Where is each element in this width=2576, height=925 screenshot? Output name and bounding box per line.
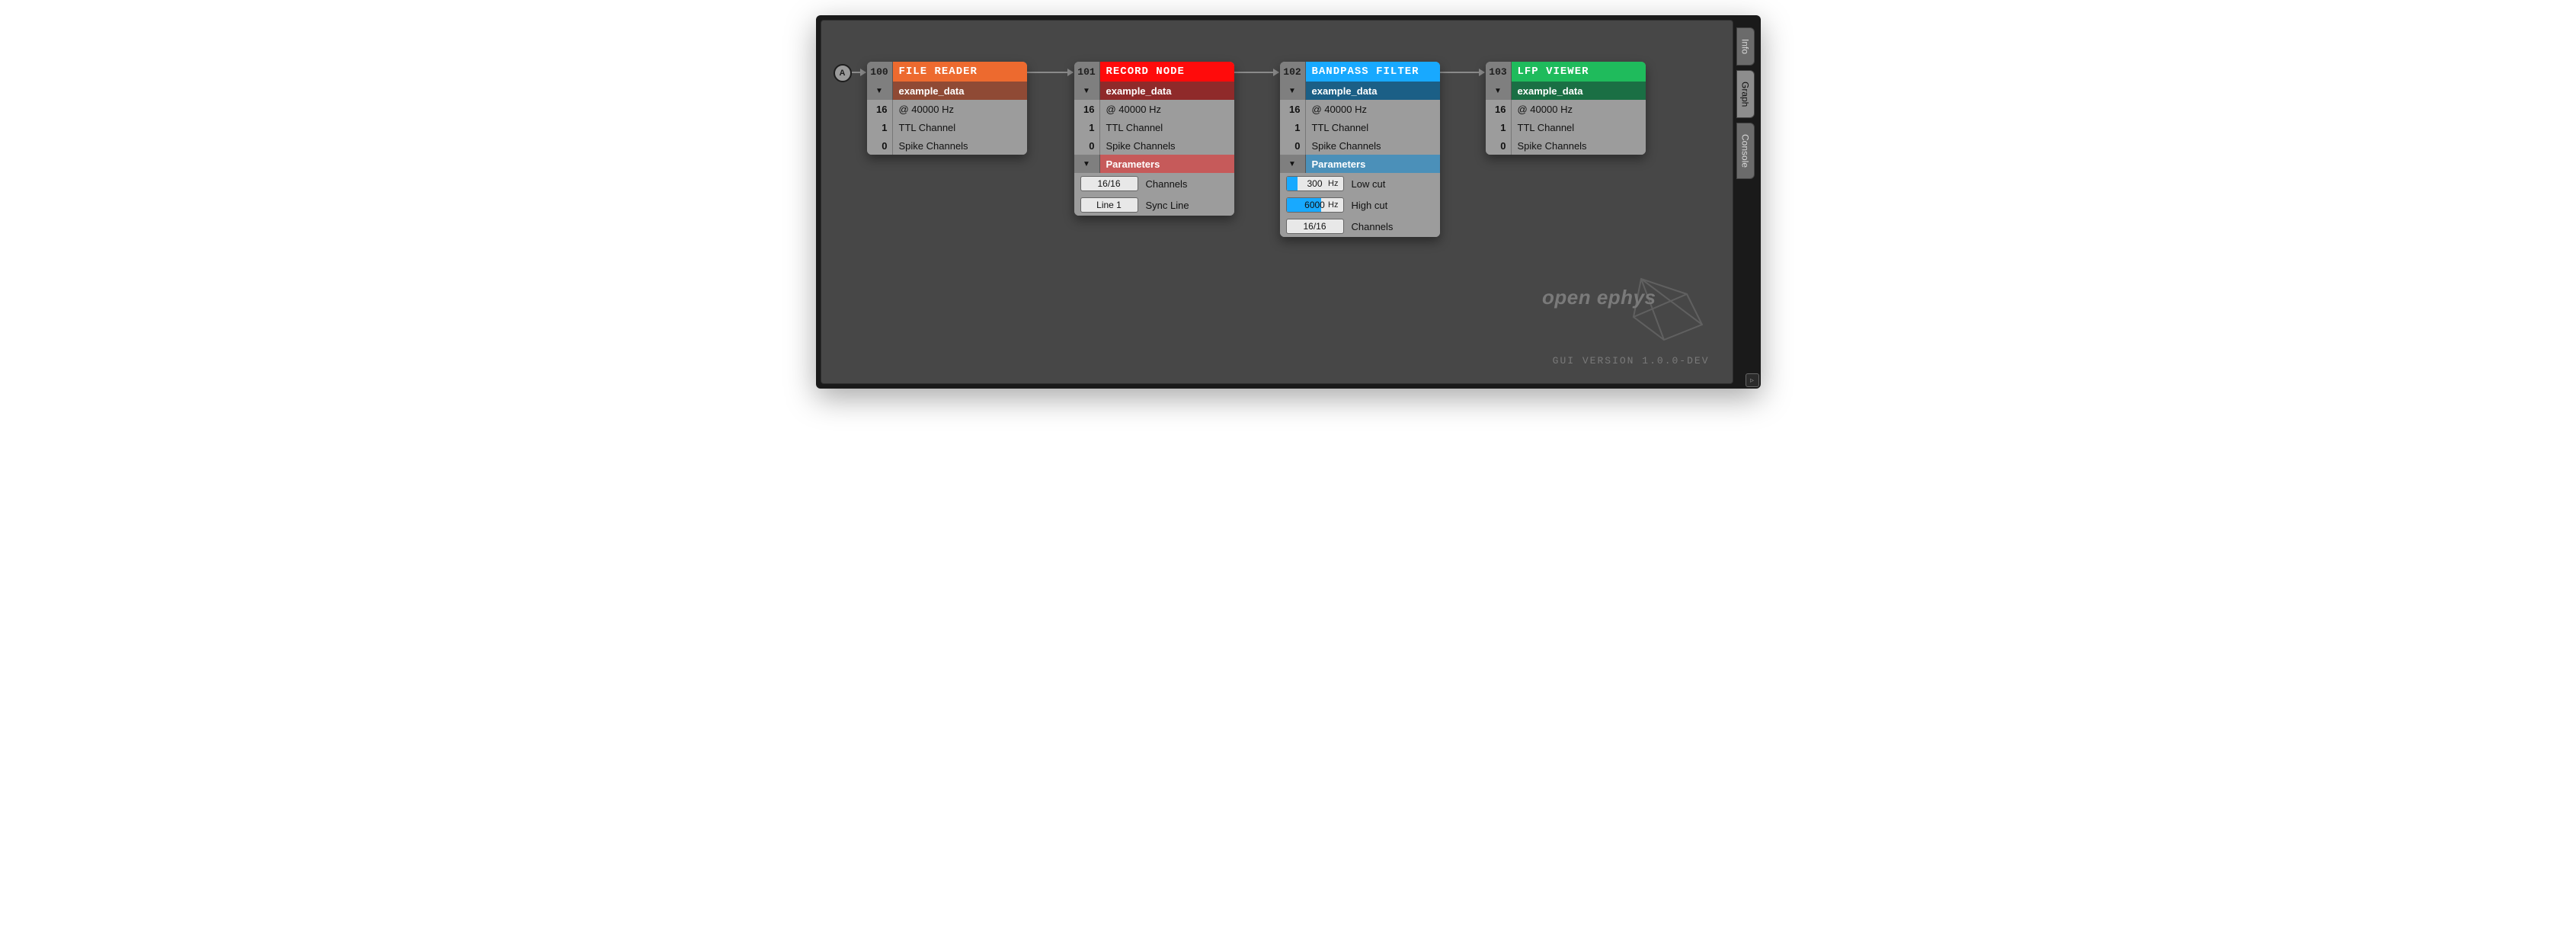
triangle-down-icon[interactable]: ▼ (1074, 155, 1100, 173)
info-row: 0 Spike Channels (867, 136, 1027, 155)
connector-arrow-icon (852, 72, 866, 73)
high-cut-slider[interactable]: 6000 Hz (1286, 197, 1344, 213)
param-row: 300 Hz Low cut (1280, 173, 1440, 194)
node-file-reader[interactable]: 100 FILE READER ▼ example_data 16 @ 4000… (867, 62, 1027, 155)
info-row: 1 TTL Channel (867, 118, 1027, 136)
node-title[interactable]: BANDPASS FILTER (1306, 62, 1440, 82)
param-label: High cut (1352, 200, 1388, 211)
info-row: 16 @ 40000 Hz (1486, 100, 1646, 118)
triangle-right-icon: ▹ (1750, 376, 1754, 385)
channels-selector[interactable]: 16/16 (1286, 219, 1344, 234)
param-row: 6000 Hz High cut (1280, 194, 1440, 216)
start-label: A (840, 69, 846, 78)
stream-name[interactable]: example_data (1512, 82, 1646, 100)
node-bandpass-filter[interactable]: 102 BANDPASS FILTER ▼ example_data 16 @ … (1280, 62, 1440, 237)
collapse-button[interactable]: ▹ (1746, 373, 1759, 387)
stream-name[interactable]: example_data (1306, 82, 1440, 100)
param-row: Line 1 Sync Line (1074, 194, 1234, 216)
sync-line-selector[interactable]: Line 1 (1080, 197, 1138, 213)
info-row: 0 Spike Channels (1074, 136, 1234, 155)
param-label: Channels (1146, 178, 1188, 190)
info-row: 1 TTL Channel (1074, 118, 1234, 136)
tab-graph[interactable]: Graph (1736, 70, 1755, 118)
param-label: Channels (1352, 221, 1394, 232)
node-id: 101 (1074, 62, 1100, 82)
node-id: 100 (867, 62, 893, 82)
channels-selector[interactable]: 16/16 (1080, 176, 1138, 191)
param-row: 16/16 Channels (1280, 216, 1440, 237)
version-text: GUI VERSION 1.0.0-DEV (1534, 355, 1710, 366)
low-cut-slider[interactable]: 300 Hz (1286, 176, 1344, 191)
open-ephys-logo-icon (1534, 271, 1710, 347)
triangle-down-icon[interactable]: ▼ (867, 82, 893, 100)
parameters-header[interactable]: Parameters (1100, 155, 1234, 173)
node-id: 103 (1486, 62, 1512, 82)
stream-name[interactable]: example_data (1100, 82, 1234, 100)
parameters-header[interactable]: Parameters (1306, 155, 1440, 173)
node-id: 102 (1280, 62, 1306, 82)
node-title[interactable]: RECORD NODE (1100, 62, 1234, 82)
side-tabs: Info Graph Console (1733, 20, 1756, 384)
info-row: 16 @ 40000 Hz (1280, 100, 1440, 118)
watermark: open ephys GUI VERSION 1.0.0-DEV (1534, 271, 1710, 366)
graph-canvas[interactable]: A 100 FILE READER ▼ example_data 16 @ 40… (821, 20, 1733, 384)
watermark-text: open ephys (1534, 286, 1656, 309)
info-row: 1 TTL Channel (1486, 118, 1646, 136)
info-row: 0 Spike Channels (1280, 136, 1440, 155)
triangle-down-icon[interactable]: ▼ (1280, 155, 1306, 173)
node-title[interactable]: FILE READER (893, 62, 1027, 82)
node-title[interactable]: LFP VIEWER (1512, 62, 1646, 82)
stream-name[interactable]: example_data (893, 82, 1027, 100)
param-row: 16/16 Channels (1074, 173, 1234, 194)
node-record-node[interactable]: 101 RECORD NODE ▼ example_data 16 @ 4000… (1074, 62, 1234, 216)
info-row: 0 Spike Channels (1486, 136, 1646, 155)
param-label: Low cut (1352, 178, 1386, 190)
info-row: 16 @ 40000 Hz (867, 100, 1027, 118)
triangle-down-icon[interactable]: ▼ (1486, 82, 1512, 100)
tab-console[interactable]: Console (1736, 123, 1755, 179)
info-row: 16 @ 40000 Hz (1074, 100, 1234, 118)
connector-arrow-icon (1233, 72, 1278, 73)
triangle-down-icon[interactable]: ▼ (1074, 82, 1100, 100)
triangle-down-icon[interactable]: ▼ (1280, 82, 1306, 100)
app-window: A 100 FILE READER ▼ example_data 16 @ 40… (816, 15, 1761, 389)
info-row: 1 TTL Channel (1280, 118, 1440, 136)
connector-arrow-icon (1027, 72, 1073, 73)
connector-arrow-icon (1438, 72, 1484, 73)
param-label: Sync Line (1146, 200, 1189, 211)
signal-chain-start[interactable]: A (834, 64, 852, 82)
tab-info[interactable]: Info (1736, 27, 1755, 66)
node-lfp-viewer[interactable]: 103 LFP VIEWER ▼ example_data 16 @ 40000… (1486, 62, 1646, 155)
